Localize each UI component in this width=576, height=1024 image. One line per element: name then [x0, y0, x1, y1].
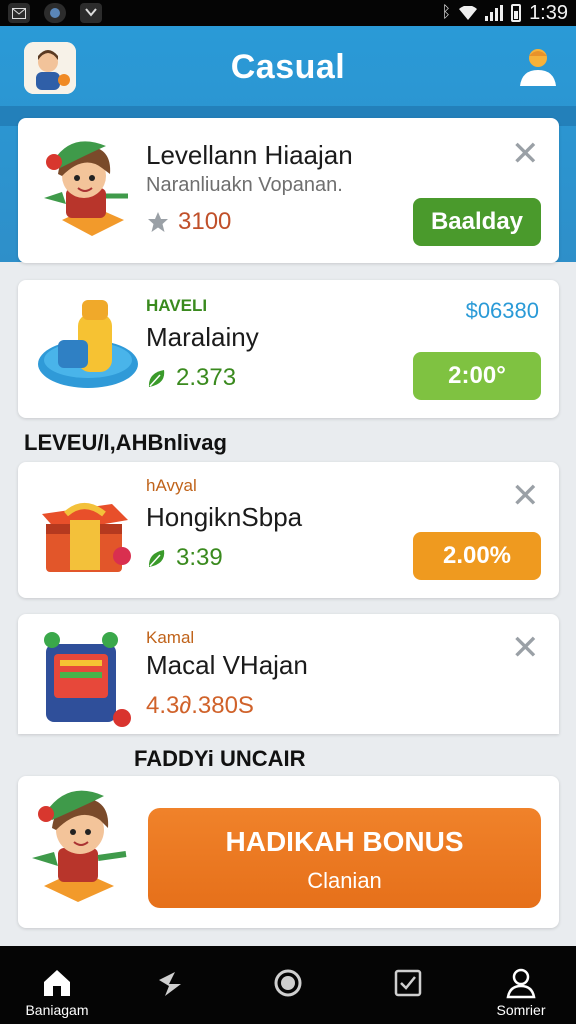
game-card-1[interactable]: Levellann Hiaajan Naranliuakn Vopanan. 3…: [18, 118, 559, 263]
card-tag: hAvyal: [146, 476, 197, 495]
play-button[interactable]: Baalday: [413, 198, 541, 246]
bonus-title: HADIKAH BONUS: [225, 826, 464, 857]
nav-item-profile[interactable]: Somrier: [478, 946, 564, 1024]
section-label-daily: FADDYi UNCAIR: [134, 746, 306, 771]
bottom-nav: Baniagam Somrier: [0, 946, 576, 1024]
user-icon: [506, 968, 536, 999]
status-time: 1:39: [529, 1, 568, 24]
signal-icon: [485, 5, 504, 21]
character-image: [44, 141, 128, 236]
bonus-button[interactable]: HADIKAH BONUS Clanian: [148, 808, 541, 908]
nav-item-tasks[interactable]: [388, 946, 428, 1024]
game-card-2[interactable]: HAVELI Maralainy 2.373 $06380 2:00°: [18, 280, 559, 418]
status-bar: ᛒ 1:39: [0, 0, 576, 26]
flash-icon: [159, 972, 181, 996]
profile-button[interactable]: [518, 44, 558, 88]
star-icon: [148, 212, 168, 232]
nav-label: Baniagam: [25, 1002, 89, 1018]
close-button[interactable]: ✕: [511, 631, 540, 665]
battery-icon: [511, 4, 522, 22]
card-tag: Kamal: [146, 628, 195, 647]
arcade-machine-image: [44, 632, 131, 727]
card-score-value: 3100: [178, 208, 232, 235]
game-card-3[interactable]: hAvyal HongiknSbpa 3:39 ✕ 2.00%: [18, 462, 559, 598]
page-title: Casual: [230, 48, 346, 86]
card-score-value: 3:39: [176, 544, 223, 571]
bluetooth-icon: ᛒ: [441, 4, 452, 21]
buy-button[interactable]: 2.00%: [413, 532, 541, 580]
card-score-value: 2.373: [176, 364, 237, 391]
card-title: Macal VHajan: [146, 650, 308, 680]
card-score: 4.3∂.380S: [146, 692, 254, 720]
home-icon: [44, 970, 70, 996]
missed-call-icon: [80, 3, 102, 23]
card-score: 3100: [146, 208, 231, 236]
card-tag: HAVELI: [146, 296, 208, 315]
nav-item-home[interactable]: Baniagam: [14, 946, 100, 1024]
nav-label: Somrier: [496, 1002, 546, 1018]
nav-item-flash[interactable]: [150, 946, 190, 1024]
close-button[interactable]: ✕: [511, 479, 540, 513]
card-title: Maralainy: [146, 322, 259, 352]
card-title: Levellann Hiaajan: [146, 140, 353, 170]
card-score: 3:39: [146, 544, 223, 572]
checkbox-icon: [394, 969, 422, 997]
card-score-value: 4.3∂.380S: [146, 692, 254, 719]
treasure-chest-image: [42, 503, 131, 572]
card-subtitle: Naranliuakn Vopanan.: [146, 174, 343, 196]
section-label-level: LEVEU/I,AHBnlivag: [24, 430, 227, 455]
leaf-icon: [148, 370, 165, 387]
potion-image: [38, 300, 138, 388]
card-score: 2.373: [146, 364, 236, 392]
leaf-icon: [148, 550, 165, 567]
buy-button[interactable]: 2:00°: [413, 352, 541, 400]
app-icon: [44, 3, 66, 23]
game-card-4[interactable]: Kamal Macal VHajan 4.3∂.380S ✕: [18, 614, 559, 734]
mail-icon: [8, 3, 30, 23]
card-title: HongiknSbpa: [146, 502, 303, 532]
profile-icon: [520, 49, 556, 86]
wifi-icon: [459, 5, 478, 20]
nav-item-circle[interactable]: [268, 946, 308, 1024]
character-image: [32, 790, 127, 902]
card-price: $06380: [465, 298, 539, 323]
close-button[interactable]: ✕: [511, 137, 540, 171]
bonus-subtitle: Clanian: [307, 868, 382, 893]
circle-icon: [274, 969, 302, 997]
